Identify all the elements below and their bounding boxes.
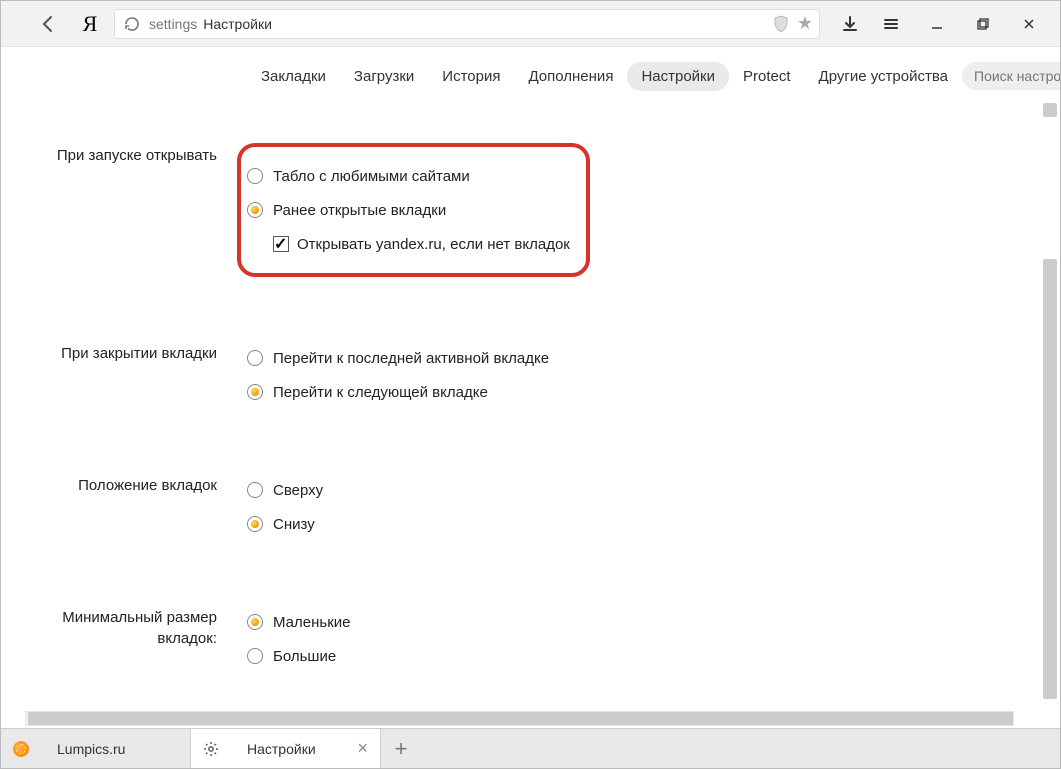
maximize-button[interactable] bbox=[960, 1, 1006, 47]
tabpos-option-bottom[interactable]: Снизу bbox=[247, 507, 1038, 541]
close-tab-icon[interactable]: × bbox=[357, 738, 368, 759]
lumpics-favicon bbox=[13, 741, 29, 757]
browser-tabbar: Lumpics.ru Настройки × + bbox=[1, 728, 1060, 768]
tab-lumpics[interactable]: Lumpics.ru bbox=[1, 729, 191, 768]
back-button[interactable] bbox=[34, 10, 62, 38]
tab-title: Настройки bbox=[247, 741, 337, 757]
nav-downloads[interactable]: Загрузки bbox=[340, 62, 428, 91]
nav-other-devices[interactable]: Другие устройства bbox=[805, 62, 962, 91]
address-title: Настройки bbox=[203, 16, 272, 32]
new-tab-button[interactable]: + bbox=[381, 729, 421, 768]
reload-icon[interactable] bbox=[123, 15, 141, 33]
vertical-scroll-up[interactable] bbox=[1043, 103, 1057, 117]
highlight-annotation: Табло с любимыми сайтами Ранее открытые … bbox=[237, 143, 590, 277]
address-keyword: settings bbox=[149, 16, 197, 32]
nav-bookmarks[interactable]: Закладки bbox=[247, 62, 340, 91]
minsize-option-large[interactable]: Большие bbox=[247, 639, 1038, 673]
section-tab-position: Положение вкладок Сверху Снизу bbox=[1, 473, 1038, 541]
yandex-logo[interactable]: Я bbox=[76, 10, 104, 38]
close-option-last-active[interactable]: Перейти к последней активной вкладке bbox=[247, 341, 1038, 375]
option-label: Табло с любимыми сайтами bbox=[273, 168, 470, 185]
window-controls bbox=[832, 1, 1052, 47]
downloads-icon[interactable] bbox=[832, 1, 868, 47]
section-min-tab-size: Минимальный размер вкладок: Маленькие Бо… bbox=[1, 605, 1038, 673]
vertical-scrollbar-thumb[interactable] bbox=[1043, 259, 1057, 699]
radio-icon bbox=[247, 614, 263, 630]
horizontal-scrollbar[interactable] bbox=[25, 711, 1014, 726]
address-text: settings Настройки bbox=[149, 16, 272, 32]
scrollbar-thumb[interactable] bbox=[28, 712, 1013, 725]
section-startup-label: При запуске открывать bbox=[1, 143, 247, 277]
menu-icon[interactable] bbox=[868, 1, 914, 47]
option-label: Перейти к следующей вкладке bbox=[273, 384, 488, 401]
address-bar[interactable]: settings Настройки ★ bbox=[114, 9, 820, 39]
tab-settings[interactable]: Настройки × bbox=[191, 729, 381, 768]
nav-protect[interactable]: Protect bbox=[729, 62, 805, 91]
gear-icon bbox=[203, 741, 219, 757]
section-startup: При запуске открывать Табло с любимыми с… bbox=[1, 143, 1038, 277]
protect-shield-icon[interactable] bbox=[771, 14, 791, 34]
browser-titlebar: Я settings Настройки ★ bbox=[1, 1, 1060, 47]
option-label: Сверху bbox=[273, 482, 323, 499]
option-label: Открывать yandex.ru, если нет вкладок bbox=[297, 236, 570, 253]
option-label: Большие bbox=[273, 648, 336, 665]
minimize-button[interactable] bbox=[914, 1, 960, 47]
radio-icon bbox=[247, 350, 263, 366]
startup-option-tablo[interactable]: Табло с любимыми сайтами bbox=[247, 159, 570, 193]
startup-open-yandex-checkbox[interactable]: Открывать yandex.ru, если нет вкладок bbox=[247, 227, 570, 261]
radio-icon bbox=[247, 482, 263, 498]
radio-icon bbox=[247, 648, 263, 664]
nav-history[interactable]: История bbox=[428, 62, 514, 91]
section-min-tab-size-label: Минимальный размер вкладок: bbox=[1, 605, 247, 673]
radio-icon bbox=[247, 384, 263, 400]
section-tab-close-label: При закрытии вкладки bbox=[1, 341, 247, 409]
radio-icon bbox=[247, 168, 263, 184]
settings-page: Закладки Загрузки История Дополнения Нас… bbox=[1, 47, 1060, 728]
radio-icon bbox=[247, 202, 263, 218]
nav-addons[interactable]: Дополнения bbox=[514, 62, 627, 91]
minsize-option-small[interactable]: Маленькие bbox=[247, 605, 1038, 639]
option-label: Ранее открытые вкладки bbox=[273, 202, 446, 219]
close-window-button[interactable] bbox=[1006, 1, 1052, 47]
option-label: Маленькие bbox=[273, 614, 350, 631]
radio-icon bbox=[247, 516, 263, 532]
close-option-next[interactable]: Перейти к следующей вкладке bbox=[247, 375, 1038, 409]
tabpos-option-top[interactable]: Сверху bbox=[247, 473, 1038, 507]
checkbox-icon bbox=[273, 236, 289, 252]
nav-settings[interactable]: Настройки bbox=[627, 62, 729, 91]
settings-search-input[interactable] bbox=[962, 62, 1060, 90]
section-tab-position-label: Положение вкладок bbox=[1, 473, 247, 541]
settings-body: При запуске открывать Табло с любимыми с… bbox=[1, 105, 1038, 728]
tab-title: Lumpics.ru bbox=[57, 741, 178, 757]
settings-nav: Закладки Загрузки История Дополнения Нас… bbox=[1, 47, 1060, 105]
section-tab-close: При закрытии вкладки Перейти к последней… bbox=[1, 341, 1038, 409]
startup-option-previous-tabs[interactable]: Ранее открытые вкладки bbox=[247, 193, 570, 227]
option-label: Снизу bbox=[273, 516, 315, 533]
bookmark-star-icon[interactable]: ★ bbox=[797, 13, 813, 34]
option-label: Перейти к последней активной вкладке bbox=[273, 350, 549, 367]
settings-search bbox=[962, 62, 1060, 90]
